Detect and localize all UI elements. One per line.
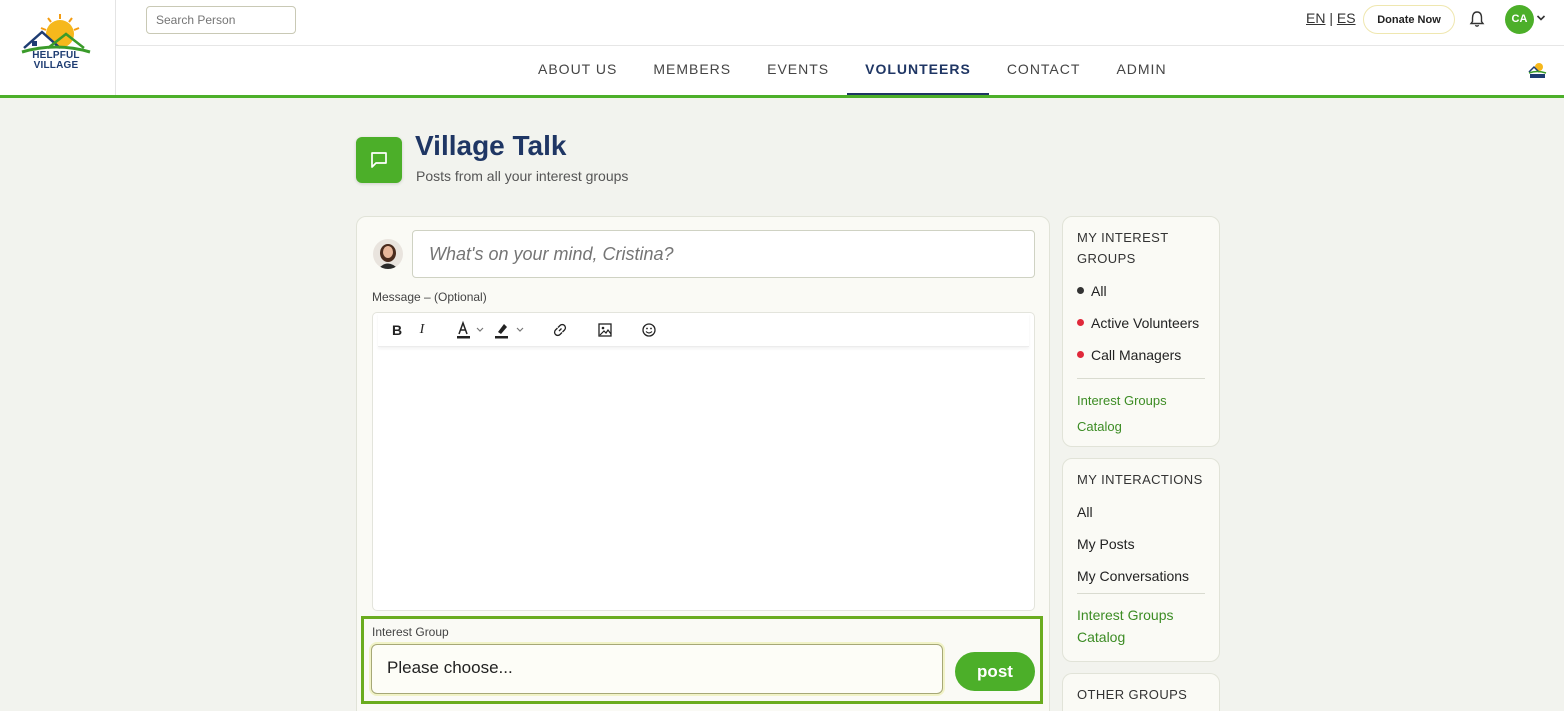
user-avatar-initials[interactable]: CA <box>1505 5 1534 34</box>
logo-column: HELPFUL VILLAGE <box>0 0 116 95</box>
message-editor[interactable]: B I <box>372 312 1035 611</box>
editor-toolbar: B I <box>378 313 1029 347</box>
lang-en-link[interactable]: EN <box>1306 10 1325 26</box>
catalog-link-line-1[interactable]: Interest Groups <box>1077 388 1205 414</box>
italic-icon[interactable]: I <box>411 319 433 341</box>
link-icon[interactable] <box>549 319 571 341</box>
logo-text-line-2: VILLAGE <box>33 60 79 71</box>
message-label: Message – (Optional) <box>372 290 487 304</box>
catalog-link-line-2[interactable]: Catalog <box>1077 626 1205 648</box>
chevron-down-icon[interactable] <box>1536 13 1546 23</box>
header: HELPFUL VILLAGE EN | ES Donate Now CA AB… <box>0 0 1564 98</box>
interest-group-item-all[interactable]: All <box>1077 280 1205 301</box>
emoji-icon[interactable] <box>638 319 660 341</box>
catalog-link-line-2[interactable]: Catalog <box>1077 414 1205 440</box>
chat-bubble-icon <box>356 137 402 183</box>
my-interactions-card: MY INTERACTIONS All My Posts My Conversa… <box>1062 458 1220 662</box>
nav-about-us[interactable]: ABOUT US <box>520 46 635 95</box>
main-nav: ABOUT US MEMBERS EVENTS VOLUNTEERS CONTA… <box>520 46 1185 95</box>
nav-contact[interactable]: CONTACT <box>989 46 1099 95</box>
lang-separator: | <box>1329 10 1333 26</box>
nav-admin[interactable]: ADMIN <box>1098 46 1184 95</box>
interest-group-label: Interest Group <box>372 625 449 639</box>
text-color-icon[interactable] <box>455 319 487 341</box>
whats-on-your-mind-input[interactable] <box>412 230 1035 278</box>
divider <box>1077 593 1205 594</box>
user-photo-avatar <box>373 239 403 269</box>
post-composer: Message – (Optional) B I <box>356 216 1050 711</box>
page-title: Village Talk <box>415 130 567 161</box>
interest-group-label: All <box>1091 282 1107 299</box>
nav-volunteers[interactable]: VOLUNTEERS <box>847 46 989 95</box>
nav-members[interactable]: MEMBERS <box>635 46 749 95</box>
interaction-item-my-conversations[interactable]: My Conversations <box>1077 565 1205 586</box>
language-switcher: EN | ES <box>1306 10 1356 26</box>
highlight-icon[interactable] <box>493 319 527 341</box>
status-dot <box>1077 351 1084 358</box>
interaction-item-all[interactable]: All <box>1077 501 1205 522</box>
post-button[interactable]: post <box>955 652 1035 691</box>
image-icon[interactable] <box>594 319 616 341</box>
search-person-input[interactable] <box>146 6 296 34</box>
status-dot <box>1077 287 1084 294</box>
top-bar: EN | ES Donate Now CA <box>116 0 1564 46</box>
my-interactions-heading: MY INTERACTIONS <box>1077 472 1203 487</box>
divider <box>1077 378 1205 379</box>
interest-groups-catalog-link[interactable]: Interest Groups Catalog <box>1077 388 1205 440</box>
other-groups-card: OTHER GROUPS <box>1062 673 1220 711</box>
interest-group-section: Interest Group Please choose... post <box>361 616 1043 704</box>
lang-es-link[interactable]: ES <box>1337 10 1356 26</box>
logo-wordmark: HELPFUL VILLAGE <box>24 51 88 71</box>
interaction-item-my-posts[interactable]: My Posts <box>1077 533 1205 554</box>
interest-group-select[interactable]: Please choose... <box>371 644 943 694</box>
interest-group-label: Call Managers <box>1091 346 1182 363</box>
interest-group-label: Active Volunteers <box>1091 314 1200 331</box>
bold-icon[interactable]: B <box>386 319 408 341</box>
my-interest-groups-card: MY INTEREST GROUPS All Active Volunteers… <box>1062 216 1220 447</box>
nav-events[interactable]: EVENTS <box>749 46 847 95</box>
interest-group-item-active-volunteers[interactable]: Active Volunteers <box>1077 312 1205 333</box>
bell-icon[interactable] <box>1469 10 1485 28</box>
mini-logo-icon[interactable] <box>1528 61 1547 79</box>
donate-now-button[interactable]: Donate Now <box>1363 5 1455 34</box>
other-groups-heading: OTHER GROUPS <box>1077 687 1188 702</box>
interactions-catalog-link[interactable]: Interest Groups Catalog <box>1077 604 1205 648</box>
catalog-link-line-1[interactable]: Interest Groups <box>1077 604 1205 626</box>
interest-group-item-call-managers[interactable]: Call Managers <box>1077 344 1205 365</box>
status-dot <box>1077 319 1084 326</box>
page-subtitle: Posts from all your interest groups <box>416 168 629 184</box>
my-interest-groups-heading: MY INTEREST GROUPS <box>1077 230 1169 266</box>
